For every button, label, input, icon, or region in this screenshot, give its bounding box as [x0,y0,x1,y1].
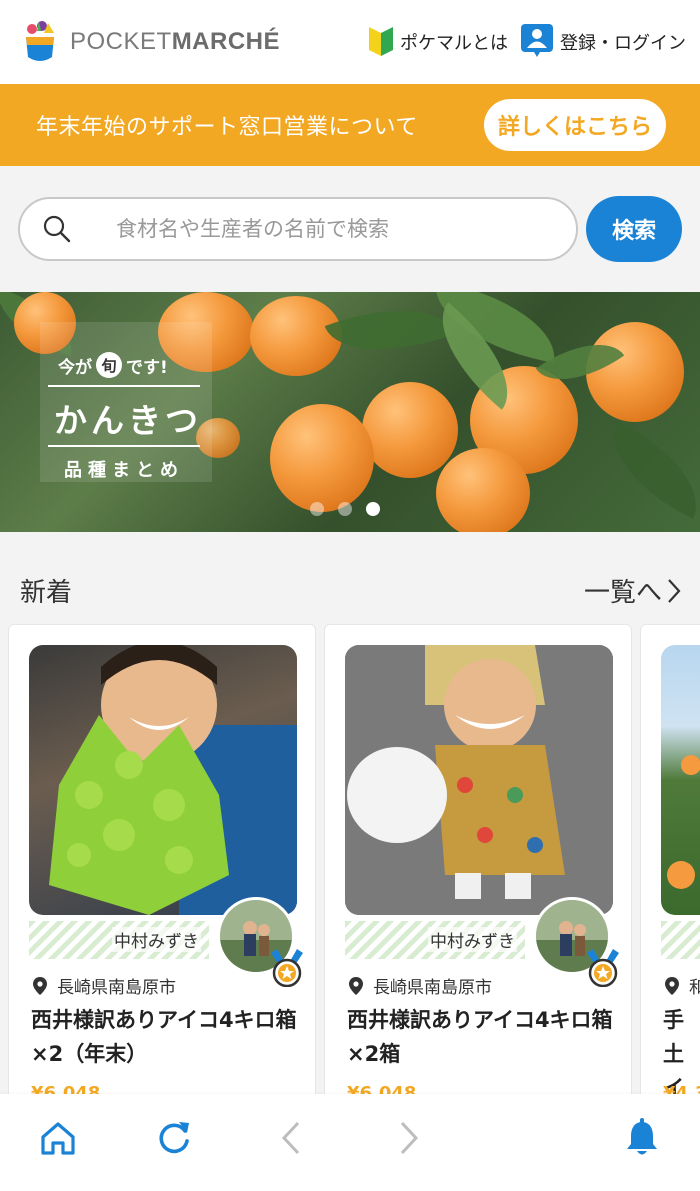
medal-icon [271,949,303,987]
new-arrivals-header: 新着 一覧へ [0,572,700,609]
banner-lead: 今が 旬 です! [58,352,168,378]
home-icon [41,1122,75,1155]
user-icon [520,23,554,62]
login-label: 登録・ログイン [560,33,686,54]
product-price: ¥6,048 [31,1083,101,1094]
location-label: 長崎県南島原市 [57,978,176,998]
forward-icon [400,1121,419,1155]
banner-title: かんきつ [54,401,202,440]
pocket-logo-icon [20,19,60,65]
product-location: 和 [665,973,700,998]
carousel-dot-active[interactable] [366,502,380,516]
search-area: 検索 [0,166,700,292]
producer-strip: 中村みずき [29,921,209,959]
product-price: ¥6,048 [347,1083,417,1094]
refresh-button[interactable] [154,1118,194,1158]
product-price: ¥4,3 [663,1083,700,1094]
bottom-navigation [0,1094,700,1191]
product-card[interactable]: 中村みずき 長崎県南島原市 西井様訳ありアイコ4キロ箱×2箱 ¥6,048 [324,624,632,1094]
producer-name: 中村みずき [428,927,517,952]
producer-name: 中村みずき [112,927,201,952]
forward-button[interactable] [388,1118,428,1158]
about-link[interactable]: ポケマルとは [368,23,508,62]
search-button[interactable]: 検索 [586,196,682,262]
product-image [345,645,613,915]
location-pin-icon [33,976,47,995]
leaf-shape [593,421,700,519]
back-icon [281,1121,300,1155]
product-image [29,645,297,915]
app-header: POCKETMARCHÉ ポケマルとは 登録・ログイン [0,0,700,84]
notice-bar: 年末年始のサポート窓口営業について 詳しくはこちら [0,84,700,166]
orange-shape [362,382,458,478]
banner-lead-pre: 今が [58,357,92,378]
location-pin-icon [665,976,679,995]
banner-subtitle: 品種まとめ [64,460,184,481]
producer-strip [661,921,700,959]
banner-divider [48,385,200,387]
orange-shape [436,448,530,532]
login-link[interactable]: 登録・ログイン [520,23,686,62]
search-icon [43,215,71,243]
notifications-button[interactable] [622,1118,662,1158]
location-pin-icon [349,976,363,995]
product-card[interactable]: 中村みずき 長崎県南島原市 西井様訳ありアイコ4キロ箱×2（年末） ¥6,048 [8,624,316,1094]
leaf-shape [324,292,456,375]
orange-shape [270,404,374,512]
brand-name: POCKETMARCHÉ [70,28,281,55]
product-carousel[interactable]: 中村みずき 長崎県南島原市 西井様訳ありアイコ4キロ箱×2（年末） ¥6,048… [8,624,700,1094]
carousel-dot[interactable] [338,502,352,516]
search-box[interactable] [18,197,579,261]
orange-shape [586,322,684,422]
medal-icon [587,949,619,987]
about-label: ポケマルとは [400,33,508,54]
beginner-mark-icon [368,23,394,62]
location-label: 和 [689,978,700,998]
search-input[interactable] [116,217,576,241]
bell-icon [627,1118,657,1155]
notice-details-button[interactable]: 詳しくはこちら [483,99,666,151]
location-label: 長崎県南島原市 [373,978,492,998]
section-title: 新着 [20,578,73,608]
view-all-link[interactable]: 一覧へ [584,572,682,609]
refresh-icon [159,1122,189,1154]
banner-divider [48,445,200,447]
season-badge: 旬 [96,352,122,378]
carousel-dots [310,502,380,516]
product-location: 長崎県南島原市 [33,973,176,998]
carousel-dot[interactable] [310,502,324,516]
back-button[interactable] [272,1118,312,1158]
view-all-label: 一覧へ [583,578,662,608]
product-title[interactable]: 手土イズ [663,1003,700,1094]
banner-lead-post: です! [126,357,168,378]
product-title[interactable]: 西井様訳ありアイコ4キロ箱×2（年末） [31,1003,301,1071]
product-location: 長崎県南島原市 [349,973,492,998]
product-title[interactable]: 西井様訳ありアイコ4キロ箱×2箱 [347,1003,617,1071]
notice-text: 年末年始のサポート窓口営業について [36,115,418,140]
logo[interactable]: POCKETMARCHÉ [20,19,280,65]
orange-shape [250,296,342,376]
home-button[interactable] [38,1118,78,1158]
product-image [661,645,700,915]
chevron-right-icon [668,578,681,603]
product-card[interactable]: 和 手土イズ ¥4,3 [640,624,700,1094]
producer-strip: 中村みずき [345,921,525,959]
